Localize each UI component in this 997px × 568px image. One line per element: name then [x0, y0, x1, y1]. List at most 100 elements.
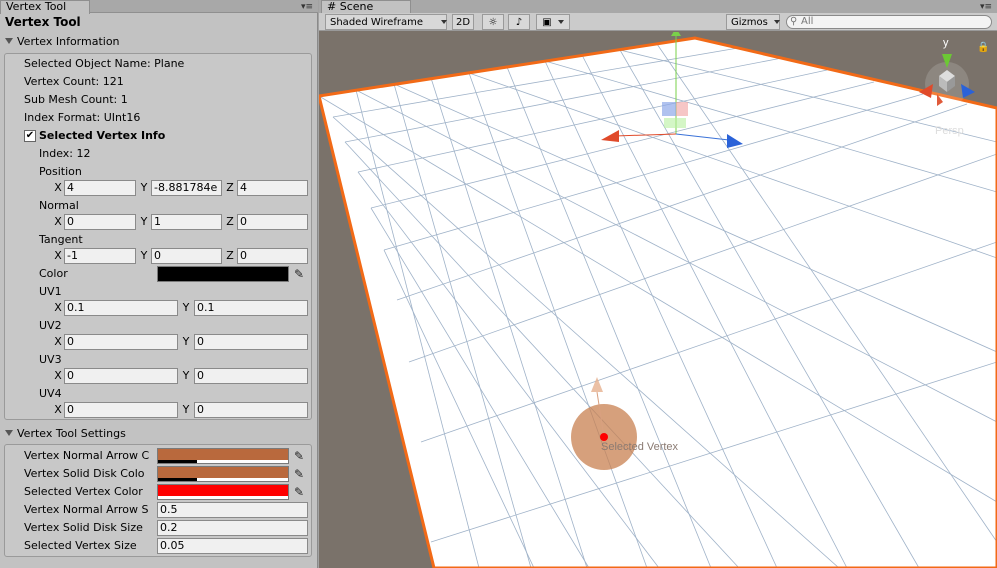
eyedropper-icon[interactable]: ✎	[291, 484, 307, 500]
normal-arrow-color-label: Vertex Normal Arrow C	[24, 449, 150, 462]
z-axis-label: Z	[226, 215, 234, 228]
selected-vertex-dot[interactable]	[600, 433, 608, 441]
uv2-y-field[interactable]: 0	[194, 334, 308, 350]
grid-icon: #	[327, 0, 337, 13]
scene-tab-bar	[319, 0, 997, 13]
tangent-y-field[interactable]: 0	[151, 248, 222, 264]
vertex-index-text: Index: 12	[39, 147, 91, 160]
solid-disk-size-field[interactable]: 0.2	[157, 520, 308, 536]
lock-icon[interactable]: 🔒	[977, 41, 989, 53]
uv1-label: UV1	[39, 285, 62, 298]
search-placeholder: All	[801, 16, 814, 27]
y-axis-label: Y	[182, 403, 190, 416]
x-axis-label: X	[54, 181, 62, 194]
vertex-information-header: Vertex Information	[17, 35, 120, 48]
scene-menu-icon[interactable]: ▾≡	[979, 2, 993, 12]
tab-label: Vertex Tool	[6, 0, 67, 13]
tangent-z-field[interactable]: 0	[237, 248, 308, 264]
y-axis-label: Y	[140, 215, 148, 228]
chevron-down-icon	[773, 20, 780, 24]
normal-arrow-size-field[interactable]: 0.5	[157, 502, 308, 518]
alpha-bar	[158, 460, 288, 463]
chevron-down-icon	[440, 20, 447, 24]
color-label: Color	[39, 267, 68, 280]
uv4-x-field[interactable]: 0	[64, 402, 178, 418]
shading-mode-label: Shaded Wireframe	[330, 17, 423, 28]
scene-view[interactable]: # Scene ▾≡ Shaded Wireframe 2D ☼ ♪ ▣ Giz…	[319, 0, 997, 568]
uv1-y-field[interactable]: 0.1	[194, 300, 308, 316]
z-axis-label: Z	[226, 181, 234, 194]
vertex-tool-settings-foldout[interactable]: Vertex Tool Settings	[0, 425, 318, 442]
normal-y-field[interactable]: 1	[151, 214, 222, 230]
position-y-field[interactable]: -8.881784e	[151, 180, 222, 196]
vertex-count-text: Vertex Count: 121	[24, 75, 124, 88]
persp-label: Persp	[935, 125, 964, 137]
normal-arrow-color-field[interactable]	[157, 448, 289, 464]
uv3-label: UV3	[39, 353, 62, 366]
selected-vertex-info-checkbox[interactable]: ✔	[24, 130, 36, 142]
gizmos-label: Gizmos	[731, 17, 768, 28]
selected-vertex-color-label: Selected Vertex Color	[24, 485, 143, 498]
axis-y-label: y	[943, 37, 949, 49]
2d-toggle-button[interactable]: 2D	[452, 14, 474, 30]
scene-toolbar: Shaded Wireframe 2D ☼ ♪ ▣ Gizmos ⚲ All	[319, 13, 997, 31]
alpha-bar	[158, 496, 288, 499]
selected-vertex-info-label: Selected Vertex Info	[39, 129, 166, 142]
normal-arrow-size-label: Vertex Normal Arrow S	[24, 503, 149, 516]
tab-label: Scene	[339, 0, 374, 13]
gizmos-dropdown[interactable]: Gizmos	[726, 14, 780, 30]
chevron-down-icon	[557, 20, 564, 24]
x-axis-label: X	[54, 301, 62, 314]
uv3-y-field[interactable]: 0	[194, 368, 308, 384]
vertex-tool-settings-header: Vertex Tool Settings	[17, 427, 126, 440]
eyedropper-icon[interactable]: ✎	[291, 448, 307, 464]
object-name-text: Selected Object Name: Plane	[24, 57, 185, 70]
eyedropper-icon[interactable]: ✎	[291, 266, 307, 282]
x-axis-label: X	[54, 249, 62, 262]
solid-disk-size-label: Vertex Solid Disk Size	[24, 521, 143, 534]
vertex-color-field[interactable]	[157, 266, 289, 282]
selected-vertex-color-field[interactable]	[157, 484, 289, 500]
uv4-y-field[interactable]: 0	[194, 402, 308, 418]
x-axis-label: X	[54, 335, 62, 348]
lighting-toggle-icon[interactable]: ☼	[482, 14, 504, 30]
position-z-field[interactable]: 4	[237, 180, 308, 196]
normal-label: Normal	[39, 199, 79, 212]
effects-toggle-icon[interactable]: ▣	[536, 14, 570, 30]
foldout-triangle-icon	[5, 430, 13, 436]
index-format-text: Index Format: UInt16	[24, 111, 141, 124]
uv1-x-field[interactable]: 0.1	[64, 300, 178, 316]
uv4-label: UV4	[39, 387, 62, 400]
scene-viewport[interactable]: Selected Vertex y Persp 🔒	[319, 32, 997, 568]
uv2-x-field[interactable]: 0	[64, 334, 178, 350]
x-axis-label: X	[54, 403, 62, 416]
uv2-label: UV2	[39, 319, 62, 332]
position-label: Position	[39, 165, 82, 178]
position-x-field[interactable]: 4	[64, 180, 136, 196]
y-axis-label: Y	[182, 369, 190, 382]
solid-disk-color-field[interactable]	[157, 466, 289, 482]
x-axis-label: X	[54, 215, 62, 228]
scene-search-input[interactable]: ⚲ All	[786, 15, 992, 29]
tangent-x-field[interactable]: -1	[64, 248, 136, 264]
selected-vertex-size-label: Selected Vertex Size	[24, 539, 137, 552]
eyedropper-icon[interactable]: ✎	[291, 466, 307, 482]
y-axis-label: Y	[140, 181, 148, 194]
z-axis-label: Z	[226, 249, 234, 262]
y-axis-label: Y	[182, 301, 190, 314]
normal-z-field[interactable]: 0	[237, 214, 308, 230]
uv3-x-field[interactable]: 0	[64, 368, 178, 384]
selected-vertex-size-field[interactable]: 0.05	[157, 538, 308, 554]
vertex-information-foldout[interactable]: Vertex Information	[0, 33, 318, 50]
x-axis-label: X	[54, 369, 62, 382]
panel-menu-icon[interactable]: ▾≡	[300, 2, 314, 12]
tab-vertex-tool[interactable]: Vertex Tool	[0, 0, 90, 14]
y-axis-label: Y	[140, 249, 148, 262]
tab-scene[interactable]: # Scene	[321, 0, 411, 14]
alpha-bar	[158, 478, 288, 481]
shading-mode-dropdown[interactable]: Shaded Wireframe	[325, 14, 447, 30]
normal-x-field[interactable]: 0	[64, 214, 136, 230]
y-axis-label: Y	[182, 335, 190, 348]
audio-toggle-icon[interactable]: ♪	[508, 14, 530, 30]
vertex-tool-panel: Vertex Tool ▾≡ Vertex Tool Vertex Inform…	[0, 0, 318, 568]
